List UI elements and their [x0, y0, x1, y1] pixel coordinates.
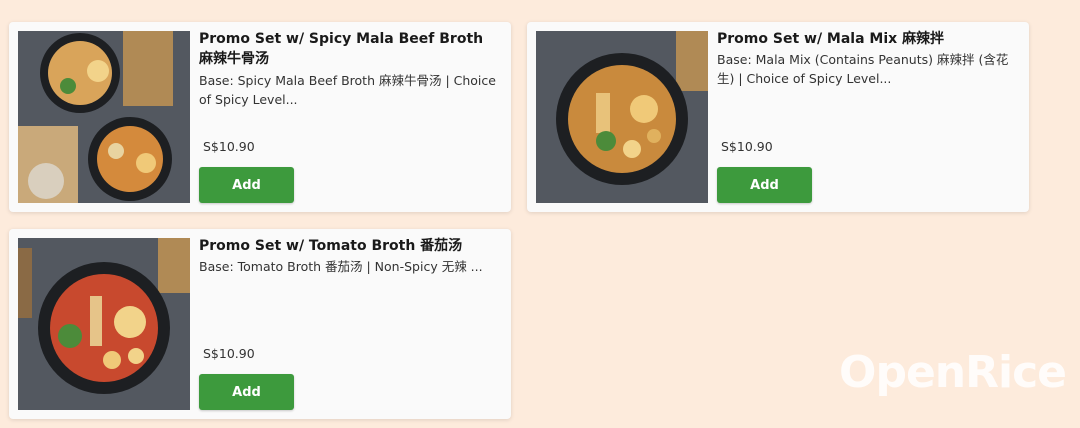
- menu-item-card[interactable]: Promo Set w/ Spicy Mala Beef Broth 麻辣牛骨汤…: [9, 22, 511, 212]
- food-photo[interactable]: [18, 31, 190, 203]
- add-button[interactable]: Add: [199, 374, 294, 410]
- item-price: S$10.90: [203, 346, 255, 361]
- add-button[interactable]: Add: [717, 167, 812, 203]
- food-photo[interactable]: [536, 31, 708, 203]
- item-description: Base: Tomato Broth 番茄汤 | Non-Spicy 无辣 ..…: [199, 259, 483, 274]
- item-title[interactable]: Promo Set w/ Mala Mix 麻辣拌: [717, 29, 1017, 49]
- item-price: S$10.90: [721, 139, 773, 154]
- food-photo[interactable]: [18, 238, 190, 410]
- item-description: Base: Spicy Mala Beef Broth 麻辣牛骨汤 | Choi…: [199, 73, 496, 107]
- item-description: Base: Mala Mix (Contains Peanuts) 麻辣拌 (含…: [717, 52, 1009, 86]
- item-price: S$10.90: [203, 139, 255, 154]
- add-button[interactable]: Add: [199, 167, 294, 203]
- item-title[interactable]: Promo Set w/ Tomato Broth 番茄汤: [199, 236, 499, 256]
- item-title[interactable]: Promo Set w/ Spicy Mala Beef Broth 麻辣牛骨汤: [199, 29, 499, 69]
- menu-item-card[interactable]: Promo Set w/ Tomato Broth 番茄汤 Base: Toma…: [9, 229, 511, 419]
- menu-item-card[interactable]: Promo Set w/ Mala Mix 麻辣拌 Base: Mala Mix…: [527, 22, 1029, 212]
- openrice-watermark: OpenRice: [839, 347, 1067, 398]
